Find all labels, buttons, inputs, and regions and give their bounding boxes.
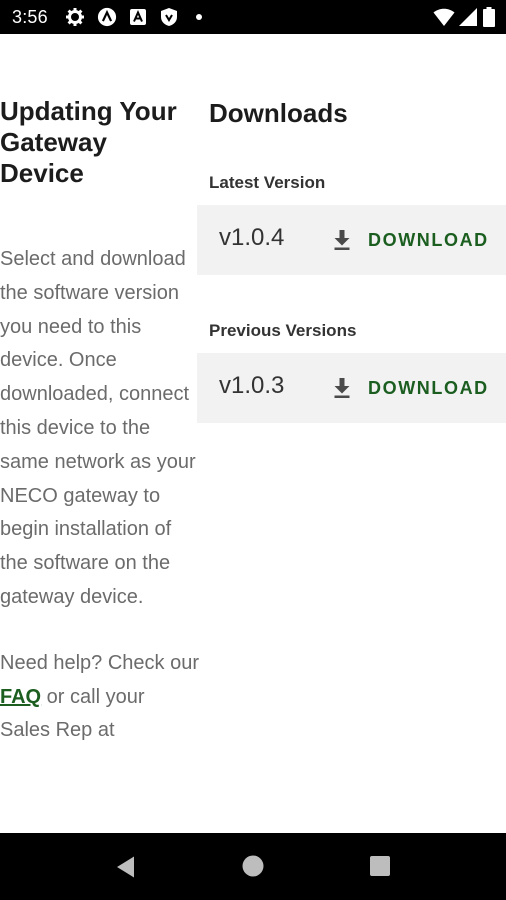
wifi-icon: [433, 8, 455, 26]
left-column: Updating Your Gateway Device Select and …: [0, 96, 200, 748]
recents-icon: [370, 856, 390, 876]
home-icon: [242, 855, 264, 877]
latest-version-card: v1.0.4 DOWNLOAD: [197, 205, 506, 275]
download-label: DOWNLOAD: [368, 229, 489, 250]
downloads-title: Downloads: [209, 98, 348, 128]
previous-versions-label: Previous Versions: [209, 321, 357, 340]
battery-icon: [483, 7, 495, 27]
shield-icon: [161, 8, 177, 26]
download-icon: [334, 378, 350, 398]
a-circle-icon: [97, 7, 117, 27]
download-label: DOWNLOAD: [368, 377, 489, 398]
back-icon: [117, 856, 134, 878]
previous-version-card: v1.0.3 DOWNLOAD: [197, 353, 506, 423]
status-time: 3:56: [12, 7, 48, 27]
status-bar: 3:56: [0, 0, 506, 34]
gear-icon: [66, 8, 84, 26]
cell-signal-icon: [459, 8, 477, 26]
navigation-bar: [0, 833, 506, 900]
download-button[interactable]: DOWNLOAD: [332, 375, 489, 401]
help-text-before: Need help? Check our: [0, 651, 200, 674]
help-paragraph: Need help? Check our FAQ or call your Sa…: [0, 647, 200, 748]
dot-icon: [196, 14, 202, 20]
back-button[interactable]: [86, 833, 166, 900]
a-square-icon: [130, 9, 146, 25]
recents-button[interactable]: [340, 833, 420, 900]
intro-paragraph: Select and download the software version…: [0, 248, 196, 608]
home-button[interactable]: [213, 833, 293, 900]
faq-link[interactable]: FAQ: [0, 686, 41, 708]
download-button[interactable]: DOWNLOAD: [332, 227, 489, 253]
download-icon: [334, 230, 350, 250]
page-title: Updating Your Gateway Device: [0, 96, 177, 188]
version-number: v1.0.4: [219, 224, 285, 251]
version-number: v1.0.3: [219, 372, 285, 399]
latest-version-label: Latest Version: [209, 173, 326, 192]
